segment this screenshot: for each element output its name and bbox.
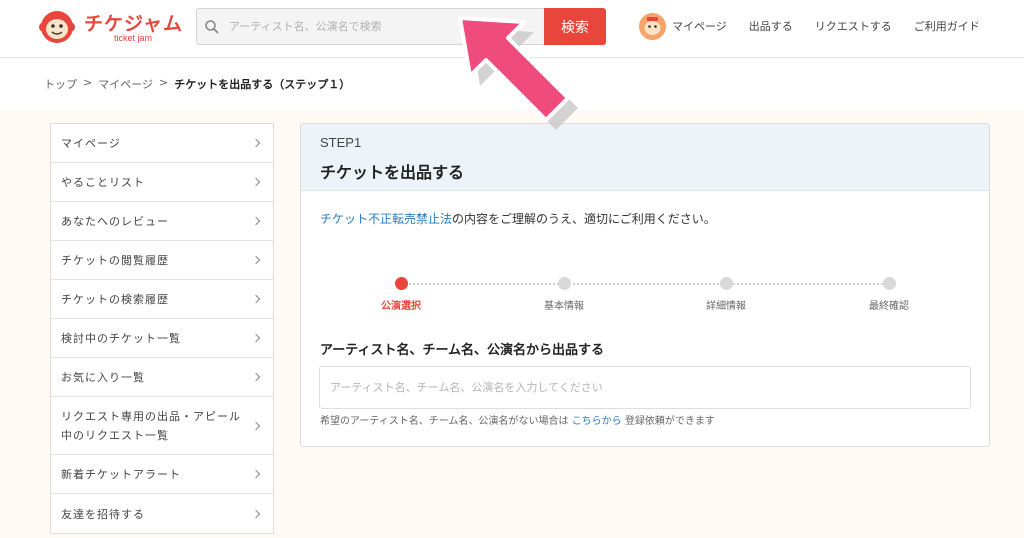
artist-search-input[interactable] [319,366,971,409]
sidebar-item-todo[interactable]: やることリスト [51,163,273,202]
sidebar-item-considering[interactable]: 検討中のチケット一覧 [51,319,273,358]
logo-text: チケジャム [84,13,184,35]
step-dot-1 [395,277,408,290]
sidebar-item-label: 新着チケットアラート [61,468,181,481]
search-box [196,8,544,45]
law-notice-text: の内容をご理解のうえ、適切にご利用ください。 [452,212,716,226]
register-hint: 希望のアーティスト名、チーム名、公演名がない場合は こちらから 登録依頼ができま… [320,412,715,427]
sidebar-item-label: チケットの閲覧履歴 [61,254,169,267]
sidebar-item-label: お気に入り一覧 [61,371,145,384]
step-dot-2 [558,277,571,290]
sidebar: マイページ やることリスト あなたへのレビュー チケットの閲覧履歴 チケットの検… [50,123,274,534]
step-label: STEP1 [320,135,362,150]
avatar[interactable] [639,12,666,40]
chevron-right-icon [251,469,261,479]
sidebar-item-label: 検討中のチケット一覧 [61,332,181,345]
step-name-3: 詳細情報 [706,301,746,312]
user-avatar-icon [639,12,666,40]
sidebar-item-label: あなたへのレビュー [61,215,169,228]
step-progress: 公演選択 基本情報 詳細情報 最終確認 [301,276,989,316]
sidebar-item-alerts[interactable]: 新着チケットアラート [51,455,273,494]
sidebar-item-label: リクエスト専用の出品・アピール中のリクエスト一覧 [61,409,241,442]
sidebar-item-requests[interactable]: リクエスト専用の出品・アピール中のリクエスト一覧 [51,397,273,455]
sidebar-item-label: マイページ [61,137,121,150]
register-request-link[interactable]: こちらから [572,416,622,427]
sidebar-item-mypage[interactable]: マイページ [51,124,273,163]
sell-step-panel: STEP1 チケットを出品する チケット不正転売禁止法の内容をご理解のうえ、適切… [300,123,990,447]
breadcrumb-separator: > [83,76,93,89]
breadcrumb: トップ > マイページ > チケットを出品する（ステップ１） [44,76,350,92]
step-dot-3 [720,277,733,290]
chevron-right-icon [251,216,261,226]
sidebar-item-favorites[interactable]: お気に入り一覧 [51,358,273,397]
chevron-right-icon [251,333,261,343]
hint-text-after: 登録依頼ができます [624,416,715,427]
sidebar-item-search-history[interactable]: チケットの検索履歴 [51,280,273,319]
chevron-right-icon [251,421,261,430]
breadcrumb-mypage[interactable]: マイページ [98,76,153,92]
site-header: チケジャム ticket jam 検索 マイページ 出品する リクエストする ご… [0,0,1024,58]
breadcrumb-top[interactable]: トップ [44,76,77,92]
sidebar-item-view-history[interactable]: チケットの閲覧履歴 [51,241,273,280]
sidebar-item-label: チケットの検索履歴 [61,293,169,306]
chevron-right-icon [251,138,261,148]
nav-guide[interactable]: ご利用ガイド [914,18,980,34]
breadcrumb-separator: > [159,76,169,89]
page-title: チケットを出品する [320,163,465,182]
hint-text-before: 希望のアーティスト名、チーム名、公演名がない場合は [320,416,569,427]
law-notice: チケット不正転売禁止法の内容をご理解のうえ、適切にご利用ください。 [320,210,716,227]
search-icon [205,20,219,34]
breadcrumb-current: チケットを出品する（ステップ１） [174,78,351,91]
sidebar-item-label: やることリスト [61,176,145,189]
step-name-4: 最終確認 [869,301,909,312]
chevron-right-icon [251,372,261,382]
step-dot-4 [883,277,896,290]
law-link[interactable]: チケット不正転売禁止法 [320,212,452,226]
chevron-right-icon [251,509,261,518]
section-title: アーティスト名、チーム名、公演名から出品する [320,343,605,358]
sidebar-item-reviews[interactable]: あなたへのレビュー [51,202,273,241]
panel-header: STEP1 チケットを出品する [301,124,989,191]
nav-sell[interactable]: 出品する [749,18,793,34]
sidebar-item-label: 友達を招待する [61,507,145,521]
monkey-logo-icon [39,11,75,43]
header-nav: マイページ 出品する リクエストする ご利用ガイド [639,12,980,40]
nav-request[interactable]: リクエストする [815,18,892,34]
step-name-1: 公演選択 [381,301,421,312]
step-name-2: 基本情報 [544,301,584,312]
chevron-right-icon [251,294,261,304]
search-input[interactable] [229,9,529,44]
search-button[interactable]: 検索 [544,8,606,45]
chevron-right-icon [251,255,261,265]
logo-subtext: ticket jam [114,33,153,43]
step-connector [402,283,890,285]
sidebar-item-invite[interactable]: 友達を招待する [51,494,273,533]
nav-mypage[interactable]: マイページ [672,18,727,34]
site-logo[interactable]: チケジャム ticket jam [38,8,183,48]
chevron-right-icon [251,177,261,187]
